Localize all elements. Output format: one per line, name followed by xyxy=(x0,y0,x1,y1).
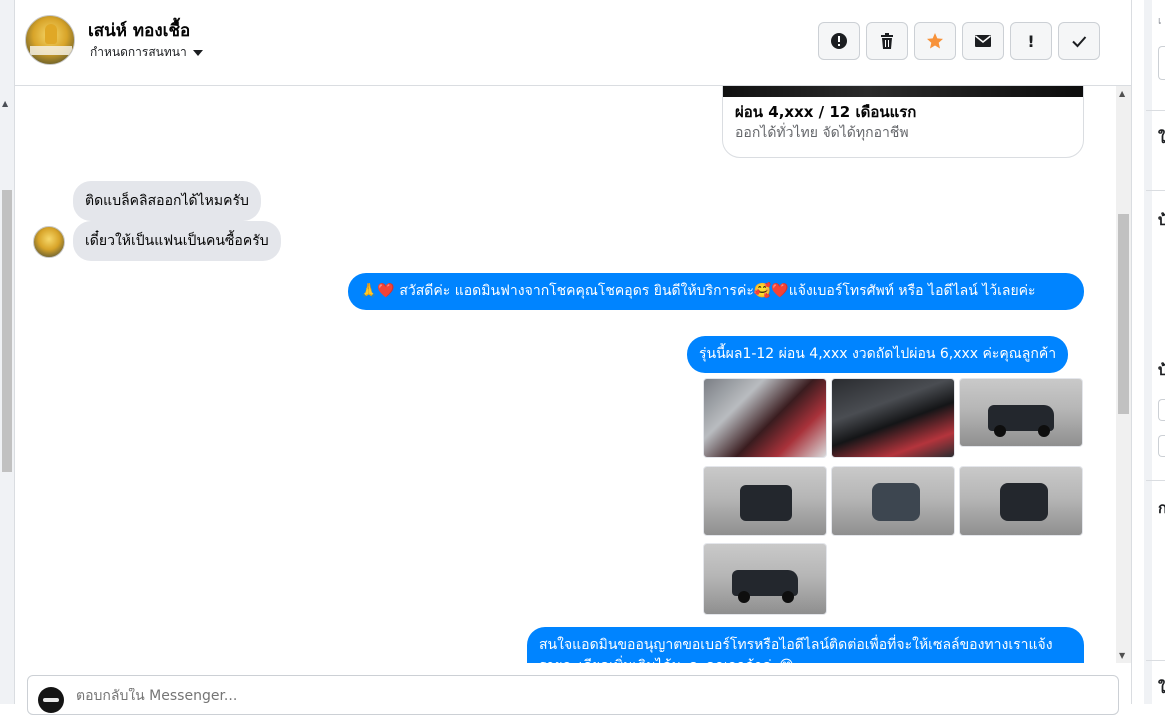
details-header: ใ xyxy=(1158,679,1165,697)
wheel-shape xyxy=(1038,425,1050,437)
incoming-message[interactable]: เดี๋ยวให้เป็นแฟนเป็นคนซื้อครับ xyxy=(73,221,281,261)
outgoing-message[interactable]: รุ่นนี้ผล1-12 ผ่อน 4,xxx งวดถัดไปผ่อน 6,… xyxy=(687,336,1069,373)
wheel-shape xyxy=(994,425,1006,437)
message-thread[interactable]: ผ่อน 4,xxx / 12 เดือนแรก ออกได้ทั่วไทย จ… xyxy=(15,86,1116,663)
reply-input[interactable] xyxy=(76,688,976,704)
envelope-icon xyxy=(975,35,991,47)
car-photo[interactable] xyxy=(959,378,1083,447)
contact-name[interactable]: เสน่ห์ ทองเชื้อ xyxy=(88,17,190,44)
delete-button[interactable] xyxy=(866,22,908,60)
left-scrollbar-thumb[interactable] xyxy=(2,190,12,472)
divider xyxy=(1146,110,1165,111)
conversation-pane: เสน่ห์ ทองเชื้อ กำหนดการสนทนา ! ผ่อน 4,x… xyxy=(15,0,1131,715)
outgoing-message[interactable]: 🙏❤️ สวัสดีค่ะ แอดมินฟางจากโชคคุณโชคอุดร … xyxy=(348,273,1084,310)
contact-avatar[interactable] xyxy=(25,15,75,65)
details-header: ก xyxy=(1158,499,1165,517)
thread-scrollbar[interactable]: ▲ ▼ xyxy=(1116,86,1131,663)
divider xyxy=(1146,660,1165,661)
thread-scrollbar-thumb[interactable] xyxy=(1118,214,1129,414)
spam-button[interactable]: ! xyxy=(1010,22,1052,60)
sender-avatar[interactable] xyxy=(33,226,65,258)
wheel-shape xyxy=(738,591,750,603)
outgoing-message[interactable]: สนใจแอดมินขออนุญาตขอเบอร์โทรหรือไอดีไลน์… xyxy=(527,627,1084,663)
exclamation-icon: ! xyxy=(1027,31,1035,51)
divider xyxy=(1146,480,1165,481)
scroll-down-arrow-icon[interactable]: ▼ xyxy=(1119,651,1125,660)
incoming-message[interactable]: ติดแบล็คลิสออกได้ไหมครับ xyxy=(73,181,261,221)
star-icon xyxy=(927,33,943,49)
details-field[interactable] xyxy=(1158,46,1165,80)
car-photo[interactable] xyxy=(703,378,827,458)
details-header: บ้ xyxy=(1158,361,1165,379)
link-preview-title: ผ่อน 4,xxx / 12 เดือนแรก xyxy=(735,103,917,121)
caret-down-icon xyxy=(192,49,203,56)
wheel-shape xyxy=(782,591,794,603)
details-header: บ้ xyxy=(1158,211,1165,229)
details-panel: เ ใ บ้ บ้ ก ใ xyxy=(1131,0,1165,704)
link-preview-image xyxy=(723,86,1083,97)
scroll-up-arrow-icon[interactable]: ▲ xyxy=(1119,89,1125,98)
info-button[interactable] xyxy=(818,22,860,60)
car-photo[interactable] xyxy=(703,466,827,536)
scroll-up-arrow-icon[interactable]: ▲ xyxy=(2,99,8,108)
check-icon xyxy=(1072,36,1087,48)
link-preview-card[interactable]: ผ่อน 4,xxx / 12 เดือนแรก ออกได้ทั่วไทย จ… xyxy=(722,86,1084,158)
info-circle-icon xyxy=(831,33,847,49)
details-header: เ xyxy=(1158,16,1162,27)
details-header: ใ xyxy=(1158,129,1165,147)
details-field[interactable] xyxy=(1158,435,1165,457)
mark-done-button[interactable] xyxy=(1058,22,1100,60)
details-field[interactable] xyxy=(1158,399,1165,421)
car-photo[interactable] xyxy=(831,466,955,536)
car-photo[interactable] xyxy=(703,543,827,615)
truck-shape xyxy=(740,485,792,521)
conversation-settings-dropdown[interactable]: กำหนดการสนทนา xyxy=(90,43,203,62)
divider xyxy=(1146,190,1165,191)
conversation-header: เสน่ห์ ทองเชื้อ กำหนดการสนทนา ! xyxy=(15,0,1131,86)
action-toolbar: ! xyxy=(818,22,1100,60)
trash-icon xyxy=(881,33,893,49)
mark-unread-button[interactable] xyxy=(962,22,1004,60)
buddha-image xyxy=(45,24,57,44)
link-preview-subtitle: ออกได้ทั่วไทย จัดได้ทุกอาชีพ xyxy=(735,125,909,141)
car-photo[interactable] xyxy=(831,378,955,458)
truck-shape xyxy=(872,483,920,521)
avatar-banner xyxy=(30,46,72,55)
truck-shape xyxy=(1000,483,1048,521)
page-avatar xyxy=(38,687,64,713)
reply-composer[interactable] xyxy=(27,675,1119,715)
conversation-settings-label: กำหนดการสนทนา xyxy=(90,45,187,59)
left-scroll-strip[interactable]: ▲ xyxy=(0,0,15,704)
car-photo[interactable] xyxy=(959,466,1083,536)
star-button[interactable] xyxy=(914,22,956,60)
details-panel-divider xyxy=(1144,0,1152,704)
